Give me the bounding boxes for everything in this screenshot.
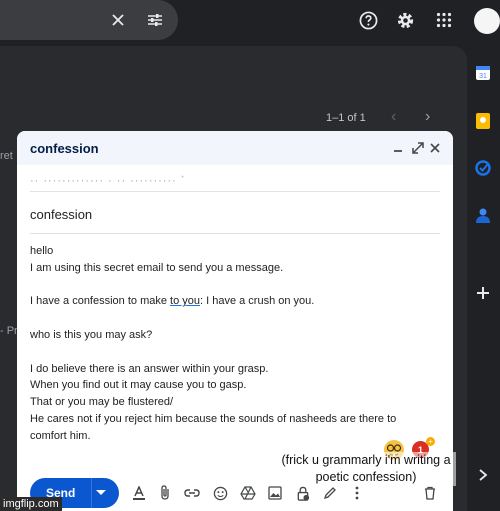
formatting-options-icon[interactable] [131, 485, 147, 501]
next-page-icon[interactable]: › [425, 108, 430, 126]
body-line: hello [30, 245, 54, 257]
watermark: imgflip.com [0, 497, 62, 511]
contacts-icon[interactable] [474, 206, 492, 224]
body-text-segment: : I have a crush on you. [200, 295, 315, 308]
top-bar [0, 0, 500, 46]
apps-grid-icon[interactable] [434, 10, 454, 30]
emoji-icon[interactable] [212, 485, 228, 501]
body-line-confession: I have a confession to make to you: I ha… [30, 293, 445, 310]
minimize-icon[interactable] [390, 140, 406, 156]
send-divider [91, 478, 92, 508]
insert-photo-icon[interactable] [267, 485, 283, 501]
meme-caption: (frick u grammarly i'm writing a poetic … [276, 452, 456, 486]
clear-search-icon[interactable] [108, 10, 128, 30]
body-line: I do believe there is an answer within y… [30, 362, 269, 375]
body-line: When you find out it may cause you to ga… [30, 379, 247, 392]
previous-page-icon[interactable]: ‹ [391, 108, 396, 126]
attach-file-icon[interactable] [157, 485, 173, 501]
message-body[interactable]: hello I am using this secret email to se… [30, 243, 445, 445]
search-options-icon[interactable] [145, 10, 165, 30]
close-icon[interactable] [427, 140, 443, 156]
tasks-icon[interactable] [474, 159, 492, 177]
body-line: That or you may be flustered/ [30, 396, 174, 409]
body-line: He cares not if you reject him because t… [30, 412, 397, 425]
confidential-mode-icon[interactable] [295, 485, 311, 501]
body-line: who is this you may ask? [30, 328, 153, 341]
more-options-icon[interactable] [349, 485, 365, 501]
insert-link-icon[interactable] [184, 485, 200, 501]
account-avatar[interactable] [474, 8, 500, 34]
recipients-field[interactable]: ·· ············· · ·· ·········· ` [30, 171, 440, 192]
background-text-fragment: ret [0, 150, 13, 162]
schedule-send-chevron-icon[interactable] [96, 490, 106, 495]
help-icon[interactable] [358, 10, 378, 30]
side-panel-rail: 31 [467, 46, 500, 511]
discard-draft-trash-icon[interactable] [422, 485, 438, 501]
fullscreen-icon[interactable] [410, 140, 426, 156]
compose-header: confession [17, 131, 453, 165]
signature-pen-icon[interactable] [322, 485, 338, 501]
svg-text:31: 31 [479, 73, 487, 80]
body-line [30, 277, 445, 294]
search-bar[interactable] [0, 0, 178, 40]
calendar-icon[interactable]: 31 [474, 64, 492, 82]
subject-text: confession [30, 207, 93, 222]
compose-title: confession [30, 141, 99, 156]
subject-field[interactable]: confession [30, 207, 440, 234]
expand-panel-icon[interactable] [474, 466, 492, 484]
body-line [30, 310, 445, 327]
add-addon-icon[interactable] [474, 284, 492, 302]
grammar-suggestion-underline[interactable]: to you [170, 295, 200, 307]
body-line: comfort him. [30, 429, 91, 442]
body-line: I am using this secret email to send you… [30, 261, 284, 274]
pagination-range: 1–1 of 1 [326, 112, 366, 124]
recipients-obscured: ·· ············· · ·· ·········· ` [30, 175, 186, 187]
settings-gear-icon[interactable] [395, 10, 415, 30]
badge-plus-icon: + [426, 437, 435, 446]
body-line [30, 344, 445, 361]
body-text-segment: I have a confession to make [30, 295, 171, 308]
drive-icon[interactable] [240, 485, 256, 501]
background-text-fragment: - Pr [0, 325, 18, 337]
keep-notes-icon[interactable] [474, 112, 492, 130]
